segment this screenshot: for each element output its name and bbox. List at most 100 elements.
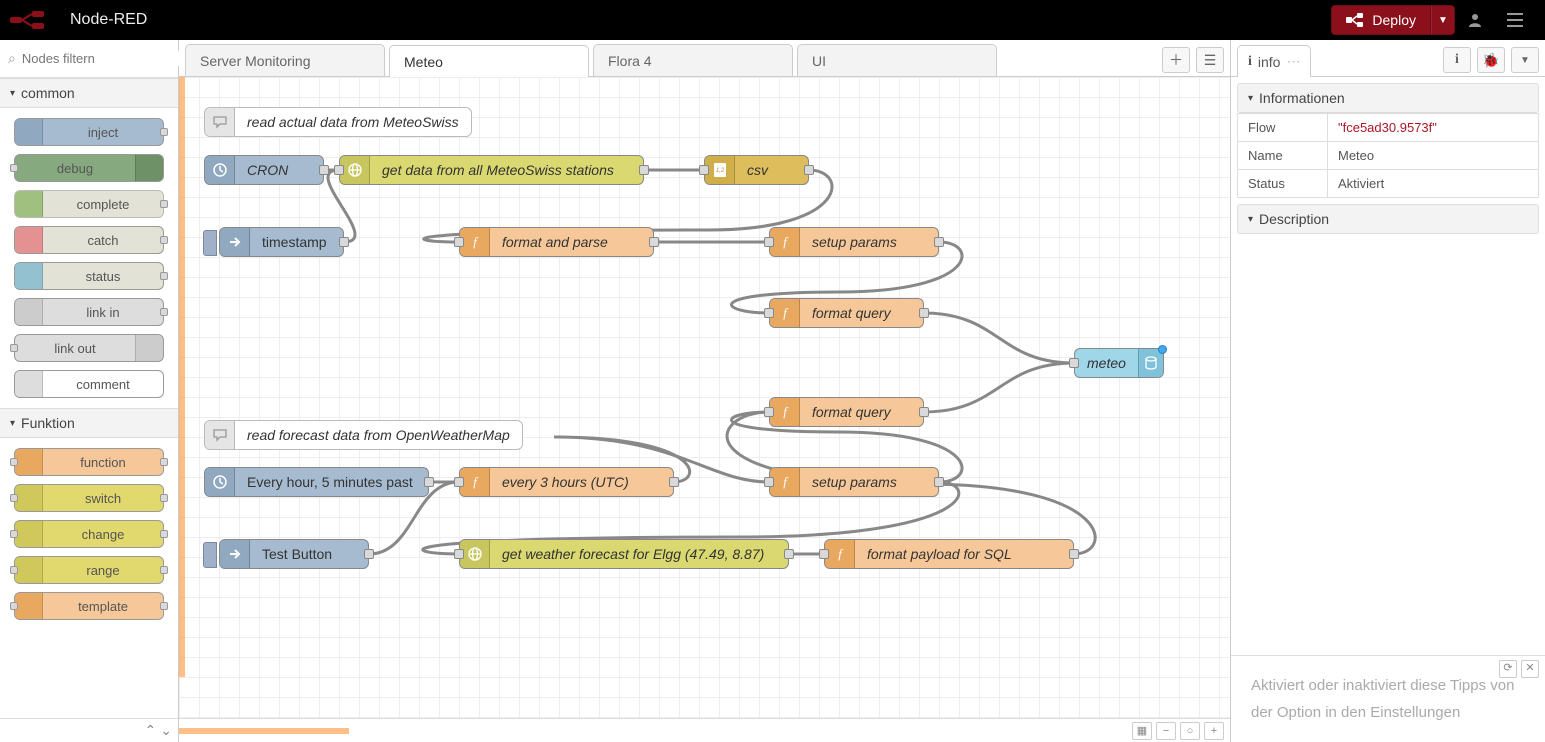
flow-node-fq1[interactable]: fformat query xyxy=(769,298,924,328)
palette-node-template[interactable]: template xyxy=(14,592,164,620)
input-port[interactable] xyxy=(699,165,709,175)
flow-node-fparse[interactable]: fformat and parse xyxy=(459,227,654,257)
palette-category[interactable]: ▾Funktion xyxy=(0,408,178,438)
port xyxy=(160,272,168,280)
flow-node-sp1[interactable]: fsetup params xyxy=(769,227,939,257)
palette-node-range[interactable]: range xyxy=(14,556,164,584)
flow-comment[interactable]: read actual data from MeteoSwiss xyxy=(204,107,472,137)
flow-node-sp2[interactable]: fsetup params xyxy=(769,467,939,497)
flow-node-csv[interactable]: 1,2csv xyxy=(704,155,809,185)
output-port[interactable] xyxy=(919,407,929,417)
node-label: get data from all MeteoSwiss stations xyxy=(370,162,626,178)
hamburger-icon xyxy=(1507,13,1523,27)
palette-category[interactable]: ▾common xyxy=(0,78,178,108)
flow-node-cron[interactable]: CRON xyxy=(204,155,324,185)
palette-node-link-in[interactable]: link in xyxy=(14,298,164,326)
sidebar-debug-button[interactable]: 🐞 xyxy=(1477,47,1505,73)
flow-canvas[interactable]: read actual data from MeteoSwiss read for… xyxy=(179,77,1230,718)
row-val-flow[interactable]: "fce5ad30.9573f" xyxy=(1328,114,1539,142)
row-key-status: Status xyxy=(1238,170,1328,198)
output-port[interactable] xyxy=(669,477,679,487)
close-icon: ✕ xyxy=(1525,659,1534,679)
add-tab-button[interactable]: ＋ xyxy=(1162,47,1190,73)
palette-node-inject[interactable]: inject xyxy=(14,118,164,146)
flow-comment[interactable]: read forecast data from OpenWeatherMap xyxy=(204,420,523,450)
sidebar-tab-info[interactable]: i info ⋯ xyxy=(1237,45,1311,77)
tab-meteo[interactable]: Meteo xyxy=(389,45,589,77)
output-port[interactable] xyxy=(639,165,649,175)
input-port[interactable] xyxy=(454,549,464,559)
close-tip-button[interactable]: ✕ xyxy=(1521,660,1539,678)
menu-button[interactable] xyxy=(1495,0,1535,40)
flow-node-fsql[interactable]: fformat payload for SQL xyxy=(824,539,1074,569)
flow-node-ts[interactable]: timestamp xyxy=(219,227,344,257)
workspace-footer: ▦ − ○ + xyxy=(179,718,1230,742)
output-port[interactable] xyxy=(804,165,814,175)
input-port[interactable] xyxy=(764,407,774,417)
zoom-reset-button[interactable]: ○ xyxy=(1180,722,1200,740)
output-port[interactable] xyxy=(919,308,929,318)
flow-node-http1[interactable]: get data from all MeteoSwiss stations xyxy=(339,155,644,185)
input-port[interactable] xyxy=(454,237,464,247)
wire[interactable] xyxy=(924,313,1074,363)
navigator-button[interactable]: ▦ xyxy=(1132,722,1152,740)
palette-node-switch[interactable]: switch xyxy=(14,484,164,512)
deploy-button[interactable]: Deploy xyxy=(1331,5,1431,35)
input-port[interactable] xyxy=(454,477,464,487)
palette-search-input[interactable] xyxy=(16,51,198,66)
sidebar-info-button[interactable]: i xyxy=(1443,47,1471,73)
expand-down-icon[interactable]: ⌄ xyxy=(160,722,172,739)
wire[interactable] xyxy=(924,363,1074,412)
palette-node-comment[interactable]: comment xyxy=(14,370,164,398)
input-port[interactable] xyxy=(764,237,774,247)
zoom-out-button[interactable]: − xyxy=(1156,722,1176,740)
palette-node-status[interactable]: status xyxy=(14,262,164,290)
zoom-in-button[interactable]: + xyxy=(1204,722,1224,740)
list-tabs-button[interactable]: ☰ xyxy=(1196,47,1224,73)
flow-node-meteo[interactable]: meteo xyxy=(1074,348,1164,378)
inject-trigger-button[interactable] xyxy=(203,230,217,256)
flow-node-e3h[interactable]: fevery 3 hours (UTC) xyxy=(459,467,674,497)
canvas-scroll[interactable]: read actual data from MeteoSwiss read for… xyxy=(179,77,1230,718)
output-port[interactable] xyxy=(319,165,329,175)
palette-node-change[interactable]: change xyxy=(14,520,164,548)
input-port[interactable] xyxy=(764,308,774,318)
input-port[interactable] xyxy=(764,477,774,487)
output-port[interactable] xyxy=(649,237,659,247)
section-informationen[interactable]: ▾Informationen xyxy=(1237,83,1539,113)
output-port[interactable] xyxy=(339,237,349,247)
f-icon: f xyxy=(460,468,490,496)
output-port[interactable] xyxy=(934,237,944,247)
output-port[interactable] xyxy=(424,477,434,487)
palette-node-debug[interactable]: debug xyxy=(14,154,164,182)
flow-node-tb[interactable]: Test Button xyxy=(219,539,369,569)
inject-trigger-button[interactable] xyxy=(203,542,217,568)
section-description[interactable]: ▾Description xyxy=(1237,204,1539,234)
palette-node-complete[interactable]: complete xyxy=(14,190,164,218)
output-port[interactable] xyxy=(784,549,794,559)
deploy-caret-button[interactable]: ▼ xyxy=(1431,5,1455,35)
collapse-up-icon[interactable]: ⌃ xyxy=(145,722,157,739)
chevron-down-icon: ▾ xyxy=(1248,93,1253,104)
sidebar-menu-button[interactable]: ▼ xyxy=(1511,47,1539,73)
palette-node-link-out[interactable]: link out xyxy=(14,334,164,362)
input-port[interactable] xyxy=(1069,358,1079,368)
user-button[interactable] xyxy=(1455,0,1495,40)
tab-server-monitoring[interactable]: Server Monitoring xyxy=(185,44,385,76)
flow-node-fq2[interactable]: fformat query xyxy=(769,397,924,427)
palette-node-label: catch xyxy=(43,233,163,248)
tab-flora-4[interactable]: Flora 4 xyxy=(593,44,793,76)
app-header: Node-RED Deploy ▼ xyxy=(0,0,1545,40)
tab-ui[interactable]: UI xyxy=(797,44,997,76)
output-port[interactable] xyxy=(364,549,374,559)
output-port[interactable] xyxy=(934,477,944,487)
input-port[interactable] xyxy=(334,165,344,175)
palette-node-catch[interactable]: catch xyxy=(14,226,164,254)
refresh-tip-button[interactable]: ⟳ xyxy=(1499,660,1517,678)
flow-node-hour[interactable]: Every hour, 5 minutes past xyxy=(204,467,429,497)
input-port[interactable] xyxy=(819,549,829,559)
csv-icon: 1,2 xyxy=(705,156,735,184)
flow-node-gw[interactable]: get weather forecast for Elgg (47.49, 8.… xyxy=(459,539,789,569)
palette-node-function[interactable]: function xyxy=(14,448,164,476)
output-port[interactable] xyxy=(1069,549,1079,559)
